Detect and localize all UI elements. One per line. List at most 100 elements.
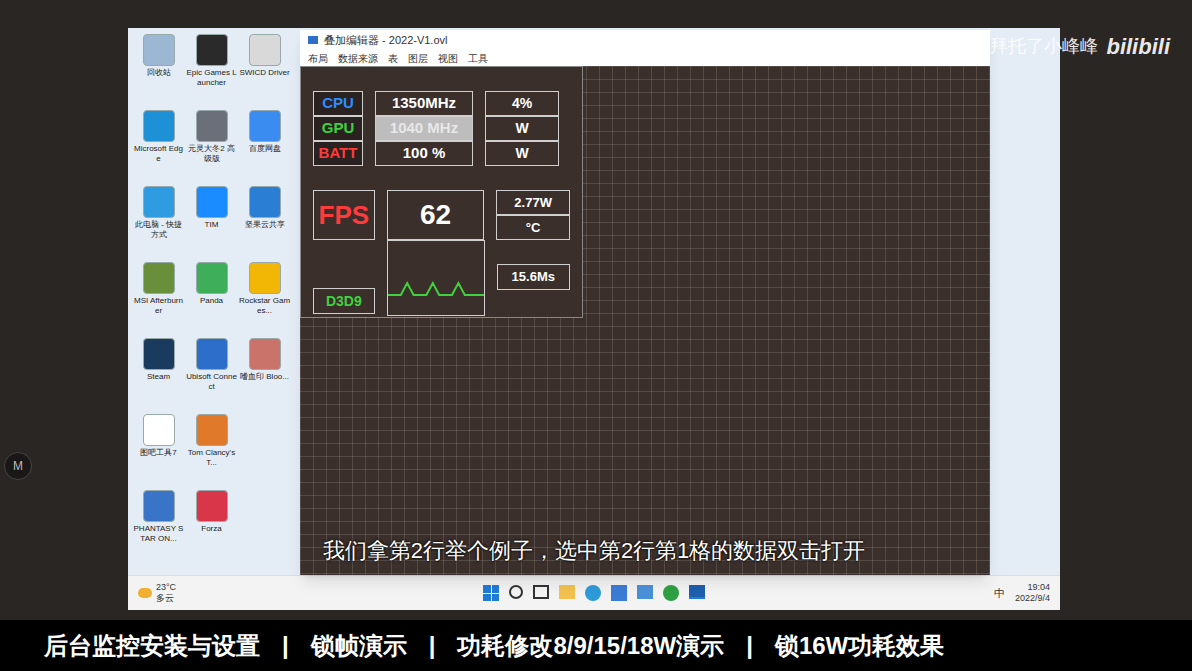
desktop-icon[interactable]: MSI Afterburner (132, 262, 185, 334)
value-cell[interactable]: 1350MHz (375, 91, 473, 116)
desktop-icon[interactable]: Rockstar Games... (238, 262, 291, 334)
video-frame: M 回收站Epic Games LauncherSWICD Driver Micro… (0, 0, 1192, 671)
chapter[interactable]: 锁帧演示 (311, 628, 407, 664)
fps-label[interactable]: FPS (313, 190, 375, 240)
app-icon (143, 34, 175, 66)
title-bar: 叠加编辑器 - 2022-V1.ovl (300, 30, 990, 50)
desktop-icon[interactable]: 百度网盘 (238, 110, 291, 182)
monitor-icon[interactable] (689, 585, 705, 599)
photos-icon[interactable] (637, 585, 653, 599)
ime-indicator[interactable]: 中 (994, 585, 1005, 602)
app-icon (143, 338, 175, 370)
frametime-graph (388, 275, 484, 315)
start-icon[interactable] (483, 585, 499, 601)
app-icon (196, 186, 228, 218)
value-cell[interactable]: 100 % (375, 141, 473, 166)
frametime-cell[interactable]: 15.6Ms (497, 264, 570, 290)
menu-button[interactable]: M (4, 452, 32, 480)
left-bezel: M (0, 0, 128, 620)
app-icon (196, 414, 228, 446)
desktop-icon[interactable]: Forza (185, 490, 238, 562)
app-icon (196, 338, 228, 370)
api-row[interactable]: D3D9 15.6Ms (313, 264, 570, 316)
weather-icon (138, 588, 152, 598)
desktop-icon[interactable]: Epic Games Launcher (185, 34, 238, 106)
desktop-icon[interactable]: Ubisoft Connect (185, 338, 238, 410)
menu-item[interactable]: 表 (388, 51, 398, 66)
chapter-separator: | (746, 628, 753, 664)
label-cell[interactable]: BATT (313, 141, 363, 166)
overlay-row[interactable]: CPU 1350MHz 4% (313, 91, 570, 116)
chapter[interactable]: 锁16W功耗效果 (775, 628, 944, 664)
watermark: 拜托了小峰峰bilibili (990, 30, 1170, 63)
desktop-icons: 回收站Epic Games LauncherSWICD Driver Micros… (128, 28, 296, 562)
overlay-editor-window[interactable]: 叠加编辑器 - 2022-V1.ovl布局数据来源表图层视图工具 CPU 1350M… (300, 30, 990, 575)
app-icon (249, 186, 281, 218)
power-cell[interactable]: 2.77W (496, 190, 570, 215)
clock[interactable]: 19:042022/9/4 (1015, 582, 1050, 604)
chapter[interactable]: 功耗修改8/9/15/18W演示 (457, 628, 724, 664)
desktop-icon[interactable]: Microsoft Edge (132, 110, 185, 182)
fps-row[interactable]: FPS62 2.77W°C (313, 190, 570, 240)
desktop-icon[interactable]: 坚果云共享 (238, 186, 291, 258)
chapter-separator: | (282, 628, 289, 664)
extra-cell[interactable]: 4% (485, 91, 559, 116)
app-icon (196, 262, 228, 294)
chapter[interactable]: 后台监控安装与设置 (44, 628, 260, 664)
app-icon (308, 36, 318, 44)
desktop-icon[interactable]: 回收站 (132, 34, 185, 106)
desktop-icon[interactable]: TIM (185, 186, 238, 258)
app-icon (143, 414, 175, 446)
desktop-icon[interactable]: 元灵大冬2 高级版 (185, 110, 238, 182)
chapter-bar: 后台监控安装与设置|锁帧演示|功耗修改8/9/15/18W演示|锁16W功耗效果 (0, 620, 1192, 671)
menu-item[interactable]: 视图 (438, 51, 458, 66)
app-icon (143, 186, 175, 218)
api-label[interactable]: D3D9 (313, 288, 375, 314)
menu-item[interactable]: 布局 (308, 51, 328, 66)
extra-cell[interactable]: W (485, 116, 559, 141)
label-cell[interactable]: GPU (313, 116, 363, 141)
task-view-icon[interactable] (533, 585, 549, 599)
app-icon (143, 490, 175, 522)
right-bezel (1060, 0, 1192, 620)
desktop-icon[interactable]: Steam (132, 338, 185, 410)
overlay-row[interactable]: GPU 1040 MHz W (313, 116, 570, 141)
store-icon[interactable] (611, 585, 627, 601)
weather[interactable]: 23°C多云 (138, 582, 378, 604)
overlay-layout[interactable]: CPU 1350MHz 4% GPU 1040 MHz W BATT 100 % W FPS62 2… (300, 66, 583, 318)
menu-bar: 布局数据来源表图层视图工具 (300, 50, 990, 66)
overlay-row[interactable]: BATT 100 % W (313, 141, 570, 166)
label-cell[interactable]: CPU (313, 91, 363, 116)
menu-item[interactable]: 图层 (408, 51, 428, 66)
desktop-icon[interactable]: Panda (185, 262, 238, 334)
edge-icon[interactable] (585, 585, 601, 601)
desktop-icon[interactable]: SWICD Driver (238, 34, 291, 106)
desktop-icon[interactable]: 图吧工具7 (132, 414, 185, 486)
menu-item[interactable]: 数据来源 (338, 51, 378, 66)
desktop: 回收站Epic Games LauncherSWICD Driver Micros… (128, 28, 1060, 575)
desktop-icon[interactable]: 此电脑 - 快捷方式 (132, 186, 185, 258)
app-icon (196, 34, 228, 66)
extra-cell[interactable]: W (485, 141, 559, 166)
graph-cell[interactable] (387, 240, 485, 316)
screen: 回收站Epic Games LauncherSWICD Driver Micros… (128, 28, 1060, 610)
desktop-icon[interactable]: PHANTASY STAR ON... (132, 490, 185, 562)
temp-cell[interactable]: °C (496, 215, 570, 240)
xbox-icon[interactable] (663, 585, 679, 601)
explorer-icon[interactable] (559, 585, 575, 599)
app-icon (249, 338, 281, 370)
desktop-icon[interactable]: Tom Clancy's T... (185, 414, 238, 486)
app-icon (196, 490, 228, 522)
desktop-icon[interactable]: 嗜血印 Bloo... (238, 338, 291, 410)
subtitle: 我们拿第2行举个例子，选中第2行第1格的数据双击打开 (128, 534, 1060, 567)
app-icon (249, 34, 281, 66)
menu-item[interactable]: 工具 (468, 51, 488, 66)
search-icon[interactable] (509, 585, 523, 599)
taskbar: 23°C多云 中 19:042022/9/4 (128, 575, 1060, 610)
canvas: CPU 1350MHz 4% GPU 1040 MHz W BATT 100 % W FPS62 2… (300, 66, 990, 575)
app-icon (143, 262, 175, 294)
app-icon (196, 110, 228, 142)
value-cell[interactable]: 1040 MHz (375, 116, 473, 141)
app-icon (143, 110, 175, 142)
fps-value[interactable]: 62 (387, 190, 485, 240)
